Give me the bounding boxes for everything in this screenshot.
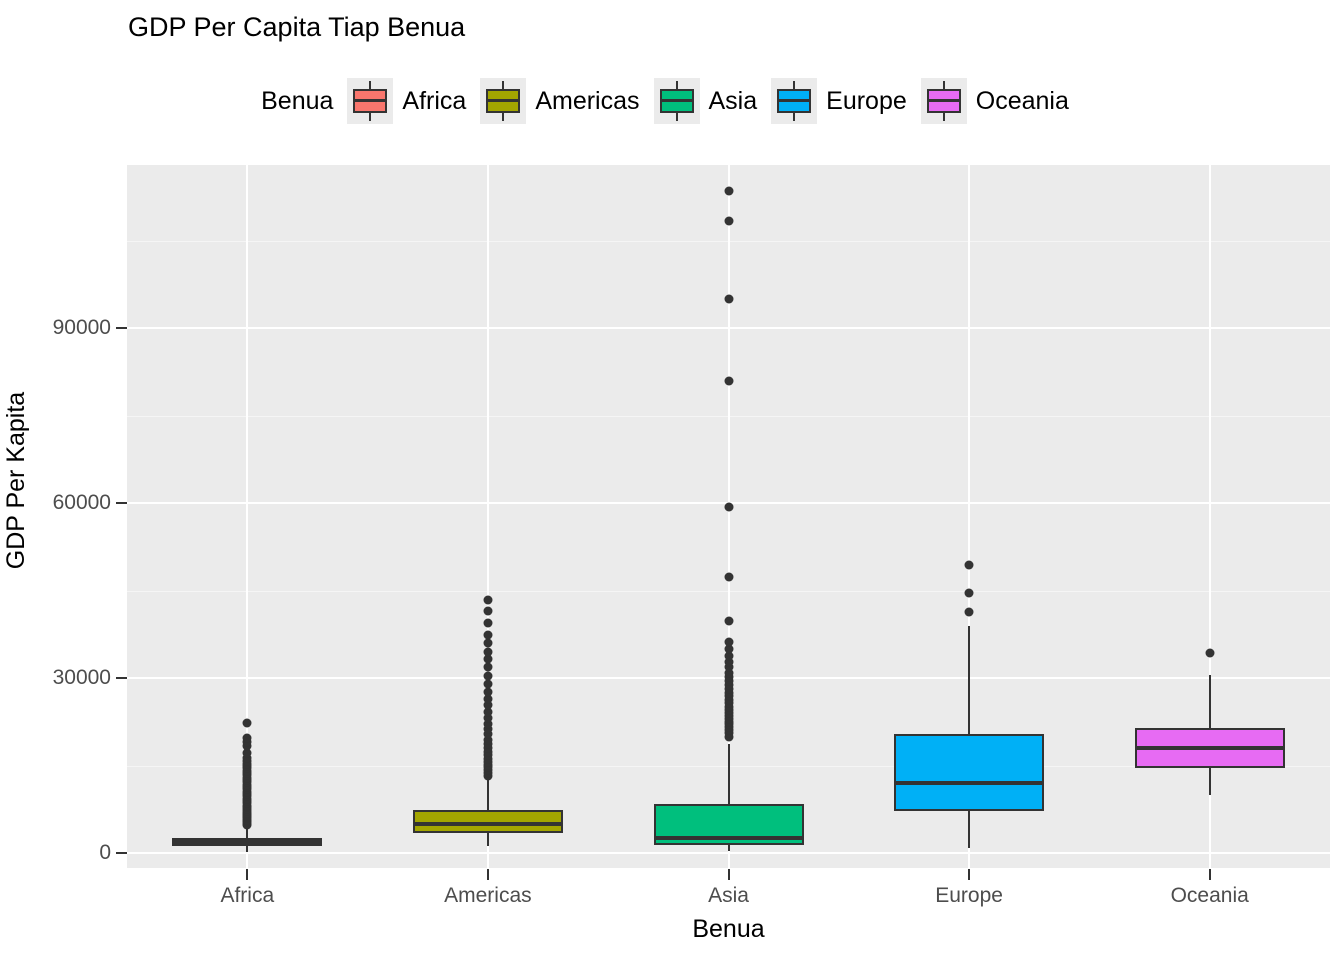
- legend-key-icon: [653, 78, 700, 124]
- legend-whisker-bottom: [942, 112, 945, 121]
- median-line: [1134, 746, 1285, 751]
- y-tick-mark: [116, 502, 127, 505]
- y-tick-label: 0: [99, 841, 111, 865]
- x-tick-label-asia: Asia: [708, 884, 749, 907]
- y-tick-label: 30000: [52, 666, 111, 690]
- y-tick-mark: [116, 327, 127, 330]
- chart-title: GDP Per Capita Tiap Benua: [128, 12, 466, 42]
- x-tick-mark: [1208, 869, 1211, 880]
- legend-label: Europe: [826, 86, 907, 115]
- y-axis: 0 30000 60000 90000: [10, 0, 127, 960]
- legend: Benua Africa Americas Asia Europe Oceania: [0, 78, 1344, 124]
- legend-item-americas[interactable]: Americas: [480, 78, 640, 124]
- legend-median: [926, 99, 961, 102]
- legend-item-oceania[interactable]: Oceania: [920, 78, 1069, 124]
- x-tick-label-europe: Europe: [935, 884, 1003, 907]
- boxplot-oceania[interactable]: [127, 165, 1330, 868]
- legend-label: Africa: [402, 86, 467, 115]
- legend-whisker-bottom: [793, 112, 796, 121]
- legend-median: [777, 99, 812, 102]
- x-tick-label-africa: Africa: [220, 884, 275, 907]
- x-tick-mark: [486, 869, 489, 880]
- legend-label: Americas: [535, 86, 640, 115]
- x-tick-mark: [727, 869, 730, 880]
- legend-label: Oceania: [975, 86, 1069, 115]
- plot-panel: [127, 165, 1330, 868]
- legend-key-icon: [920, 78, 967, 124]
- outlier-point: [1205, 648, 1215, 658]
- legend-key-icon: [480, 78, 527, 124]
- legend-median: [659, 99, 694, 102]
- legend-label: Asia: [708, 86, 758, 115]
- y-tick-label: 60000: [52, 491, 111, 515]
- legend-median: [486, 99, 521, 102]
- legend-item-africa[interactable]: Africa: [347, 78, 466, 124]
- y-tick-mark: [116, 677, 127, 680]
- y-tick-mark: [116, 852, 127, 855]
- legend-whisker-bottom: [502, 112, 505, 121]
- whisker-upper: [1208, 675, 1211, 728]
- x-tick-label-oceania: Oceania: [1170, 884, 1249, 907]
- whisker-lower: [1208, 768, 1211, 796]
- x-tick-mark: [246, 869, 249, 880]
- y-tick-label: 90000: [52, 316, 111, 340]
- legend-title: Benua: [261, 86, 334, 115]
- legend-item-asia[interactable]: Asia: [653, 78, 758, 124]
- x-tick-mark: [968, 869, 971, 880]
- legend-median: [353, 99, 388, 102]
- x-tick-label-americas: Americas: [444, 884, 532, 907]
- legend-item-europe[interactable]: Europe: [771, 78, 907, 124]
- boxplot-chart: GDP Per Capita Tiap Benua Benua Africa Am…: [0, 0, 1344, 960]
- legend-whisker-bottom: [675, 112, 678, 121]
- legend-key-icon: [347, 78, 394, 124]
- legend-whisker-bottom: [369, 112, 372, 121]
- x-axis-title: Benua: [692, 915, 765, 943]
- legend-key-icon: [771, 78, 818, 124]
